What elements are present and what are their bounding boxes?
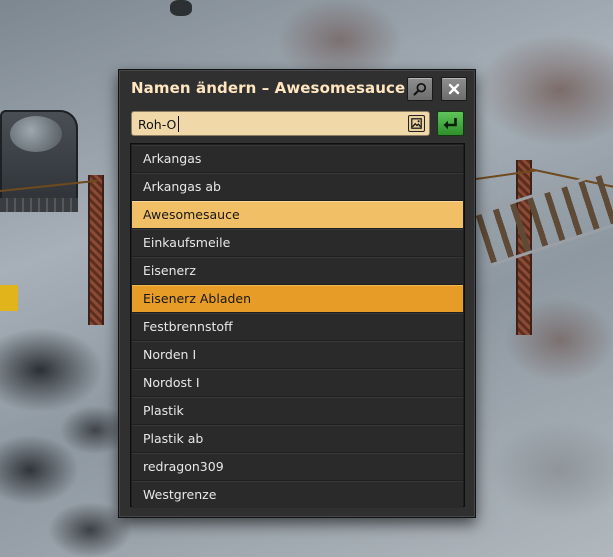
station-name-field[interactable] — [131, 111, 430, 136]
station-list-item[interactable]: Arkangas ab — [132, 173, 463, 200]
station-list-item[interactable]: Awesomesauce — [132, 201, 463, 228]
station-list-item[interactable]: redragon309 — [132, 453, 463, 480]
station-list-item[interactable]: Arkangas — [132, 145, 463, 172]
station-list-item[interactable]: Nordost I — [132, 369, 463, 396]
warning-sign — [0, 285, 18, 311]
station-name-input[interactable] — [138, 115, 398, 133]
search-button[interactable] — [407, 77, 433, 101]
dialog-title: Namen ändern – Awesomesauce — [131, 79, 406, 97]
close-button[interactable] — [441, 77, 467, 101]
conveyor-belt — [0, 198, 78, 212]
text-caret — [178, 116, 179, 132]
rich-text-picker-button[interactable] — [408, 115, 425, 132]
station-name-list: Arkangas Arkangas ab Awesomesauce Einkau… — [130, 143, 465, 508]
close-x-icon — [448, 83, 460, 95]
enter-arrow-icon — [443, 118, 457, 130]
station-list-item[interactable]: Westgrenze — [132, 481, 463, 508]
player-character — [170, 0, 192, 16]
station-list-item[interactable]: Eisenerz Abladen — [132, 285, 463, 312]
magnifier-icon — [413, 82, 427, 96]
station-list-item[interactable]: Plastik — [132, 397, 463, 424]
station-list-item[interactable]: Plastik ab — [132, 425, 463, 452]
power-pole-left — [88, 175, 104, 325]
rename-station-dialog: Namen ändern – Awesomesauce Arka — [118, 69, 476, 518]
station-list-item[interactable]: Norden I — [132, 341, 463, 368]
station-list-item[interactable]: Eisenerz — [132, 257, 463, 284]
station-list-item[interactable]: Einkaufsmeile — [132, 229, 463, 256]
image-icon — [411, 118, 422, 129]
station-list-item[interactable]: Festbrennstoff — [132, 313, 463, 340]
confirm-button[interactable] — [437, 111, 464, 136]
